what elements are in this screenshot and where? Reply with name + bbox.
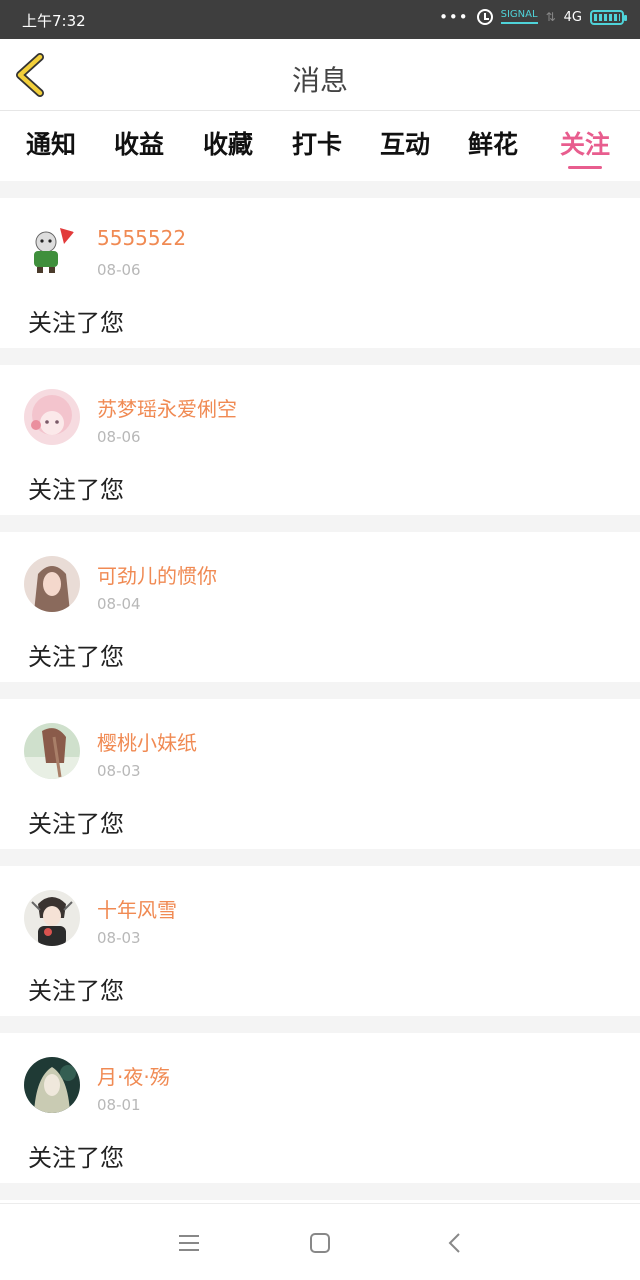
tab-follows[interactable]: 关注: [560, 125, 610, 161]
nav-back-icon: [448, 1233, 460, 1253]
message-text: 关注了您: [28, 643, 124, 671]
alarm-icon: [476, 9, 493, 25]
menu-button[interactable]: [176, 1230, 202, 1256]
user-name[interactable]: 月·夜·殇: [97, 1061, 170, 1090]
data-transfer-icon: ⇅: [545, 10, 556, 24]
list-item[interactable]: 十年风雪 08-03 关注了您: [0, 866, 640, 1016]
tab-interactions[interactable]: 互动: [380, 125, 430, 161]
avatar[interactable]: [24, 890, 80, 946]
list-item[interactable]: 5555522 08-06 关注了您: [0, 198, 640, 348]
user-name[interactable]: 5555522: [97, 226, 186, 250]
page-title: 消息: [291, 64, 348, 97]
tab-flowers[interactable]: 鲜花: [468, 125, 518, 161]
avatar[interactable]: [24, 1057, 80, 1113]
tab-earnings[interactable]: 收益: [114, 125, 164, 161]
timestamp: 08-06: [97, 261, 141, 279]
system-nav-bar: [0, 1203, 640, 1280]
network-type: 4G: [563, 9, 582, 25]
square-home-icon: [310, 1233, 330, 1253]
follow-notification-list: 5555522 08-06 关注了您 苏梦瑶永爱俐空 08-06 关注了您 可劲…: [0, 181, 640, 1200]
list-item[interactable]: 可劲儿的惯你 08-04 关注了您: [0, 532, 640, 682]
timestamp: 08-04: [97, 595, 141, 613]
battery-icon: [590, 9, 627, 25]
user-name[interactable]: 可劲儿的惯你: [97, 560, 217, 589]
menu-icon: [179, 1235, 199, 1251]
avatar[interactable]: [24, 389, 80, 445]
status-bar: 上午7:32 ••• SIGNAL ⇅ 4G: [0, 0, 640, 39]
message-text: 关注了您: [28, 1144, 124, 1172]
tab-notifications[interactable]: 通知: [26, 125, 76, 161]
user-name[interactable]: 十年风雪: [97, 894, 177, 923]
header-bar: 消息: [0, 39, 640, 111]
list-item[interactable]: 月·夜·殇 08-01 关注了您: [0, 1033, 640, 1183]
timestamp: 08-03: [97, 762, 141, 780]
divider: [0, 348, 640, 365]
divider: [0, 1016, 640, 1033]
user-name[interactable]: 樱桃小妹纸: [97, 727, 197, 756]
tab-bar: 通知 收益 收藏 打卡 互动 鲜花 关注: [0, 111, 640, 181]
status-time: 上午7:32: [22, 12, 86, 30]
divider: [0, 682, 640, 699]
signal-label: SIGNAL: [500, 10, 538, 24]
active-tab-indicator: [568, 166, 602, 169]
divider: [0, 849, 640, 866]
message-text: 关注了您: [28, 810, 124, 838]
timestamp: 08-06: [97, 428, 141, 446]
user-name[interactable]: 苏梦瑶永爱俐空: [97, 393, 237, 422]
nav-back-button[interactable]: [442, 1230, 468, 1256]
timestamp: 08-03: [97, 929, 141, 947]
avatar[interactable]: [24, 556, 80, 612]
message-text: 关注了您: [28, 309, 124, 337]
divider: [0, 181, 640, 198]
list-item[interactable]: 苏梦瑶永爱俐空 08-06 关注了您: [0, 365, 640, 515]
more-dots-icon: •••: [439, 8, 469, 26]
tab-favorites[interactable]: 收藏: [203, 125, 253, 161]
timestamp: 08-01: [97, 1096, 141, 1114]
message-text: 关注了您: [28, 977, 124, 1005]
message-text: 关注了您: [28, 476, 124, 504]
home-button[interactable]: [307, 1230, 333, 1256]
avatar[interactable]: [24, 222, 80, 278]
divider: [0, 1183, 640, 1200]
tab-checkin[interactable]: 打卡: [292, 125, 342, 161]
list-item[interactable]: 樱桃小妹纸 08-03 关注了您: [0, 699, 640, 849]
avatar[interactable]: [24, 723, 80, 779]
divider: [0, 515, 640, 532]
